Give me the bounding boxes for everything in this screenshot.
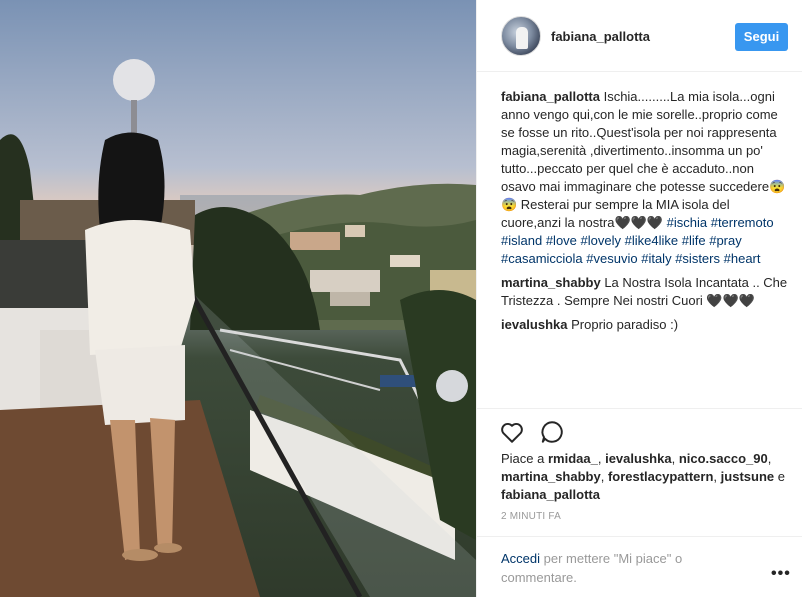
heart-icon[interactable] (499, 419, 525, 445)
comment-username[interactable]: martina_shabby (501, 275, 601, 290)
hashtag[interactable]: #like4like (625, 233, 678, 248)
post-timestamp[interactable]: 2 MINUTI FA (501, 511, 561, 522)
hashtag[interactable]: #vesuvio (586, 251, 637, 266)
action-bar (477, 408, 802, 452)
comments-list: fabiana_pallotta Ischia.........La mia i… (501, 88, 791, 340)
hashtag[interactable]: #love (546, 233, 577, 248)
post-header: fabiana_pallotta Segui (477, 0, 802, 72)
hashtag[interactable]: #ischia (667, 215, 707, 230)
like-user[interactable]: ievalushka (605, 451, 672, 466)
like-user[interactable]: fabiana_pallotta (501, 487, 600, 502)
hashtag[interactable]: #casamicciola (501, 251, 583, 266)
caption: fabiana_pallotta Ischia.........La mia i… (501, 88, 791, 268)
hashtag[interactable]: #life (682, 233, 706, 248)
comment-text: Proprio paradiso :) (567, 317, 679, 332)
login-prompt: Accedi per mettere "Mi piace" o commenta… (501, 549, 731, 587)
caption-username[interactable]: fabiana_pallotta (501, 89, 600, 104)
likes-prefix: Piace a (501, 451, 548, 466)
caption-text: Ischia.........La mia isola...ogni anno … (501, 89, 786, 230)
photo-illustration (0, 59, 476, 597)
comment: ievalushka Proprio paradiso :) (501, 316, 791, 334)
like-user[interactable]: forestlacypattern (608, 469, 713, 484)
like-user[interactable]: nico.sacco_90 (679, 451, 768, 466)
hashtag[interactable]: #lovely (581, 233, 621, 248)
more-options-icon[interactable]: ••• (771, 565, 791, 583)
avatar[interactable] (501, 16, 541, 56)
like-user[interactable]: justsune (721, 469, 774, 484)
hashtag[interactable]: #heart (724, 251, 761, 266)
comment-username[interactable]: ievalushka (501, 317, 568, 332)
follow-button[interactable]: Segui (735, 23, 788, 51)
comment: martina_shabby La Nostra Isola Incantata… (501, 274, 791, 310)
hashtag[interactable]: #italy (641, 251, 671, 266)
login-link[interactable]: Accedi (501, 551, 540, 566)
hashtag[interactable]: #island (501, 233, 542, 248)
hashtag[interactable]: #terremoto (711, 215, 774, 230)
comment-icon[interactable] (539, 419, 565, 445)
likes-summary: Piace a rmidaa_, ievalushka, nico.sacco_… (501, 451, 785, 502)
like-user[interactable]: martina_shabby (501, 469, 601, 484)
post-panel: fabiana_pallotta Segui fabiana_pallotta … (476, 0, 802, 597)
hashtag[interactable]: #sisters (675, 251, 720, 266)
like-user[interactable]: rmidaa_ (548, 451, 598, 466)
hashtag[interactable]: #pray (709, 233, 742, 248)
likes-conjunction: e (774, 469, 785, 484)
username-link[interactable]: fabiana_pallotta (551, 29, 650, 44)
post-photo[interactable] (0, 0, 476, 597)
comment-bar: Accedi per mettere "Mi piace" o commenta… (477, 536, 802, 597)
